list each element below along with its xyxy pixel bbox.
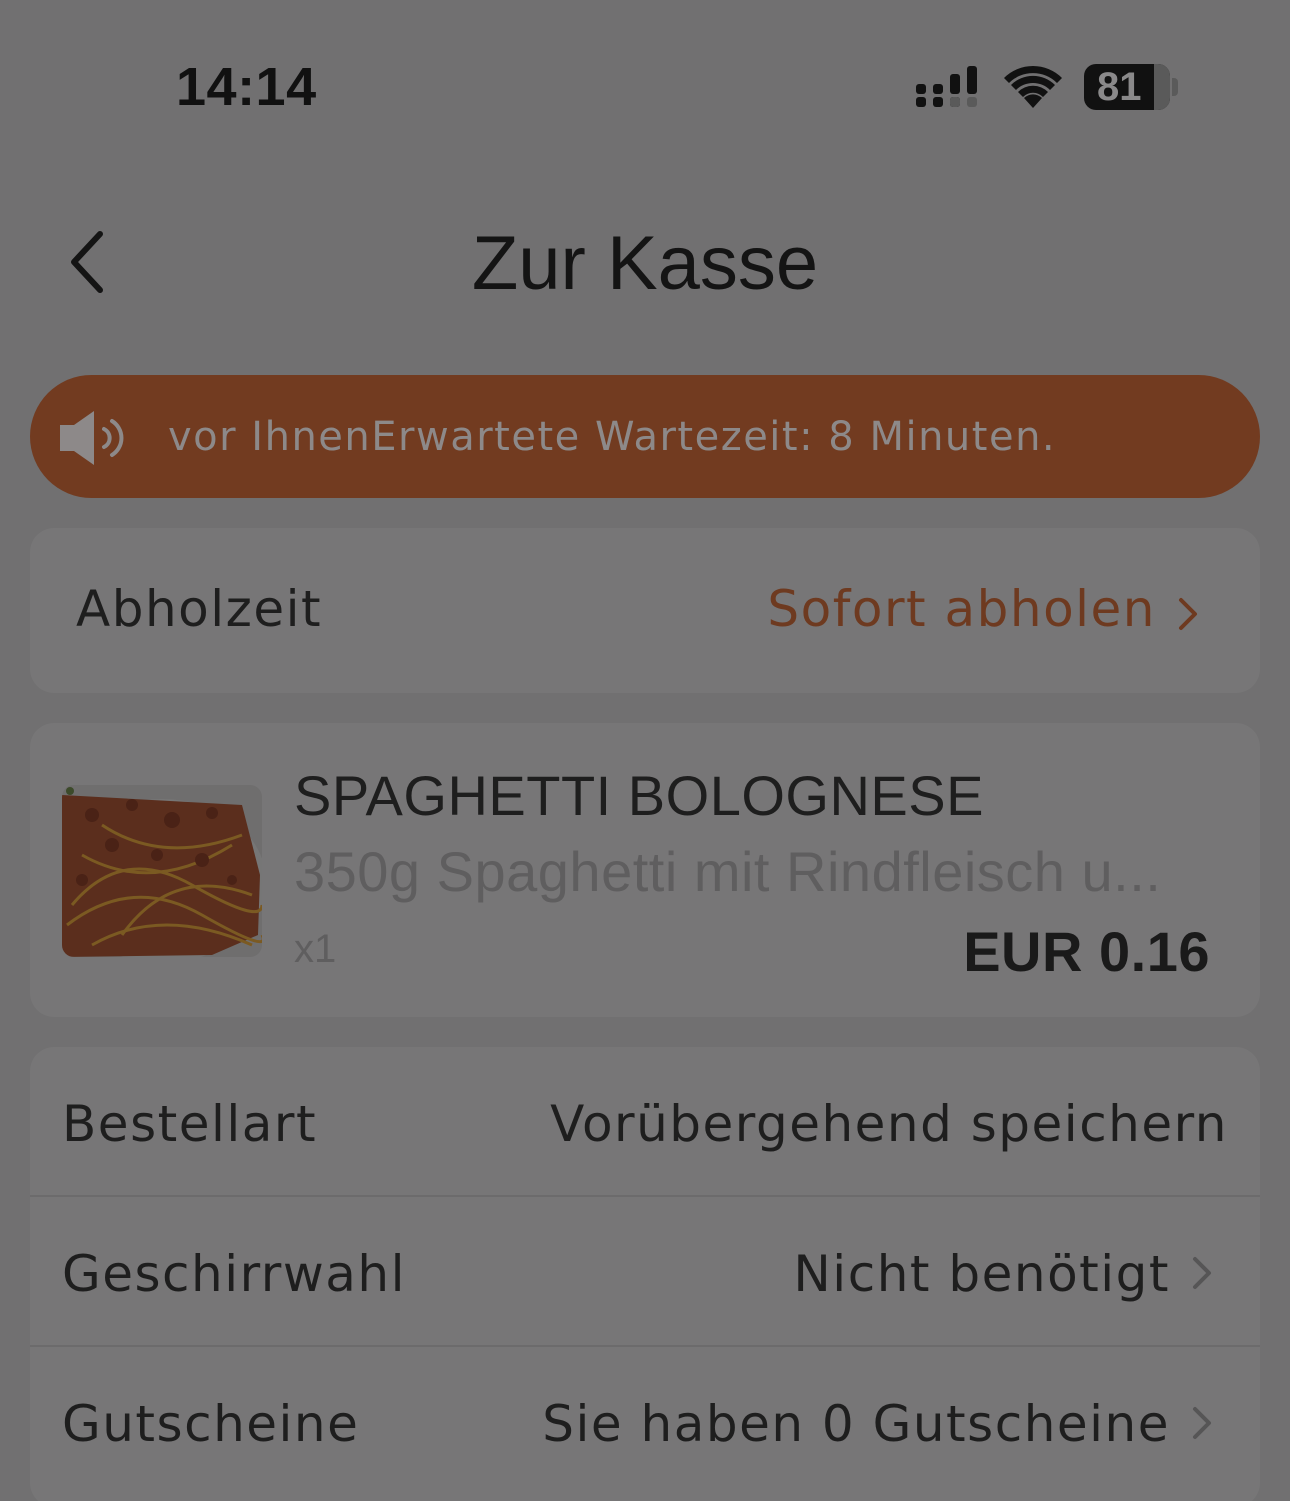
checkout-page: 14:14 81 Zur Kasse vor IhnenErwartete Wa… xyxy=(0,0,1290,1501)
battery-level-text: 81 xyxy=(1097,65,1142,109)
product-quantity: x1 xyxy=(294,927,337,971)
pickup-time-value: Sofort abholen xyxy=(767,580,1156,638)
order-type-value: Vorübergehend speichern xyxy=(550,1095,1228,1153)
product-name: SPAGHETTI BOLOGNESE xyxy=(294,764,984,827)
product-card: SPAGHETTI BOLOGNESE 350g Spaghetti mit R… xyxy=(30,723,1260,1017)
product-description: 350g Spaghetti mit Rindfleisch u... xyxy=(294,840,1162,903)
notice-text: vor IhnenErwartete Wartezeit: 8 Minuten. xyxy=(168,413,1057,460)
signal-icon xyxy=(916,66,977,107)
order-options-card: Bestellart Vorübergehend speichern Gesch… xyxy=(30,1047,1260,1501)
tableware-value: Nicht benötigt xyxy=(793,1245,1170,1303)
product-price: EUR 0.16 xyxy=(963,920,1210,983)
wifi-icon xyxy=(1004,65,1062,108)
tableware-row[interactable]: Geschirrwahl Nicht benötigt xyxy=(30,1197,1260,1347)
order-type-label: Bestellart xyxy=(62,1095,318,1153)
chevron-right-icon xyxy=(1179,598,1197,630)
wait-time-notice: vor IhnenErwartete Wartezeit: 8 Minuten. xyxy=(30,375,1260,498)
chevron-right-icon xyxy=(1193,1257,1211,1289)
pickup-time-label: Abholzeit xyxy=(76,580,323,638)
vouchers-value: Sie haben 0 Gutscheine xyxy=(542,1395,1170,1453)
battery-icon: 81 xyxy=(1084,64,1170,110)
vouchers-label: Gutscheine xyxy=(62,1395,360,1453)
tableware-label: Geschirrwahl xyxy=(62,1245,406,1303)
vouchers-row[interactable]: Gutscheine Sie haben 0 Gutscheine xyxy=(30,1347,1260,1497)
product-image xyxy=(62,785,262,957)
order-type-row: Bestellart Vorübergehend speichern xyxy=(30,1047,1260,1197)
page-title: Zur Kasse xyxy=(471,221,819,306)
battery-nub xyxy=(1172,78,1178,96)
chevron-right-icon xyxy=(1193,1407,1211,1439)
speaker-icon xyxy=(60,410,124,465)
battery-empty-portion xyxy=(1153,64,1170,110)
status-time: 14:14 xyxy=(176,57,317,117)
pickup-time-row[interactable]: Abholzeit Sofort abholen xyxy=(30,528,1260,693)
